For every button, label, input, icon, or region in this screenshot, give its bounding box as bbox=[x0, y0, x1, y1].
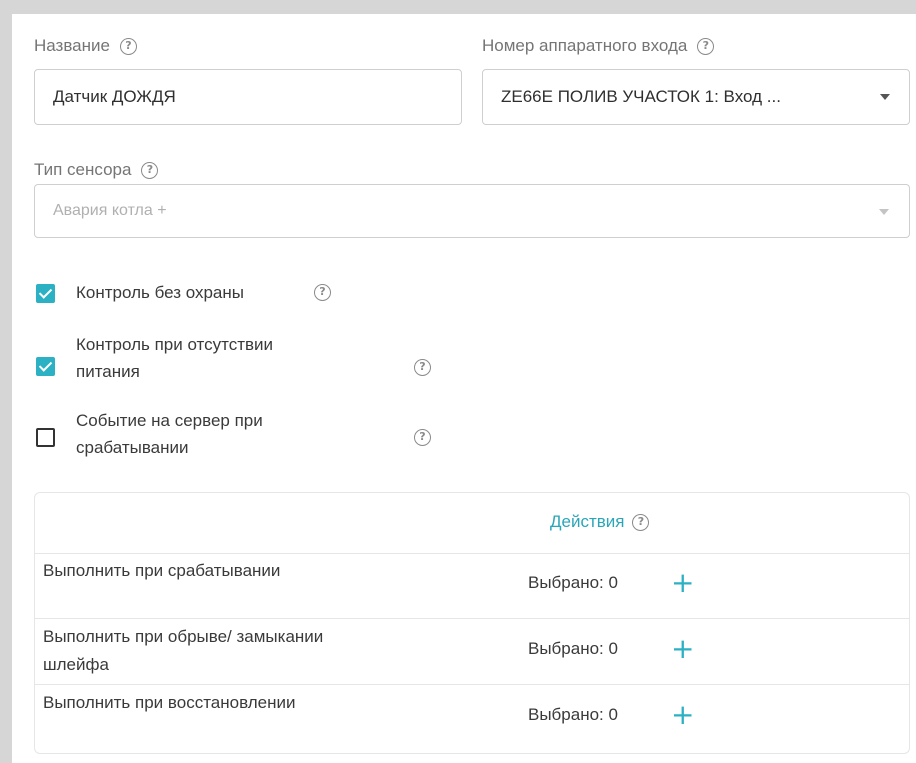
sensor-type-placeholder: Авария котла + bbox=[53, 202, 167, 219]
table-row: Выполнить при срабатывании Выбрано: 0 + bbox=[35, 553, 909, 619]
hardware-input-value: ZE66E ПОЛИВ УЧАСТОК 1: Вход ... bbox=[501, 87, 781, 106]
row-label: Выполнить при восстановлении bbox=[43, 693, 296, 712]
help-icon[interactable]: ? bbox=[141, 161, 159, 179]
checkbox-control-no-power[interactable] bbox=[36, 357, 55, 376]
table-row: Выполнить при восстановлении Выбрано: 0 … bbox=[35, 685, 909, 751]
name-label-text: Название bbox=[34, 36, 110, 55]
help-icon[interactable]: ? bbox=[414, 429, 431, 446]
actions-table-header: Действия ? bbox=[35, 493, 909, 554]
selected-count: Выбрано: 0 bbox=[528, 639, 618, 658]
actions-table: Действия ? Выполнить при срабатывании Вы… bbox=[34, 492, 910, 754]
sensor-settings-panel: Название ? Датчик ДОЖДЯ Номер аппаратног… bbox=[12, 14, 916, 763]
hardware-input-select[interactable]: ZE66E ПОЛИВ УЧАСТОК 1: Вход ... bbox=[482, 69, 910, 125]
sensor-type-label-text: Тип сенсора bbox=[34, 160, 132, 179]
actions-header-text[interactable]: Действия bbox=[550, 512, 624, 532]
checkbox-event-to-server[interactable] bbox=[36, 428, 55, 447]
row-label: Выполнить при обрыве/ замыкании шлейфа bbox=[43, 627, 324, 674]
chevron-down-icon[interactable] bbox=[880, 94, 890, 100]
sensor-type-label: Тип сенсора ? bbox=[34, 160, 159, 180]
hardware-input-label: Номер аппаратного входа ? bbox=[482, 36, 715, 56]
add-icon[interactable]: + bbox=[671, 569, 694, 597]
help-icon[interactable]: ? bbox=[632, 513, 650, 531]
window-frame-top bbox=[0, 0, 916, 14]
checkbox-label: Контроль при отсутствии питания bbox=[76, 335, 274, 381]
help-icon[interactable]: ? bbox=[414, 359, 431, 376]
help-icon[interactable]: ? bbox=[697, 37, 715, 55]
add-icon[interactable]: + bbox=[671, 635, 694, 663]
actions-header: Действия ? bbox=[550, 512, 650, 532]
checkbox-control-without-guard[interactable] bbox=[36, 284, 55, 303]
row-label: Выполнить при срабатывании bbox=[43, 561, 281, 580]
add-icon[interactable]: + bbox=[671, 701, 694, 729]
hardware-input-label-text: Номер аппаратного входа bbox=[482, 36, 688, 55]
help-icon[interactable]: ? bbox=[314, 284, 331, 301]
selected-count: Выбрано: 0 bbox=[528, 573, 618, 592]
name-label: Название ? bbox=[34, 36, 137, 56]
selected-count: Выбрано: 0 bbox=[528, 705, 618, 724]
name-input[interactable]: Датчик ДОЖДЯ bbox=[34, 69, 462, 125]
chevron-down-icon[interactable] bbox=[879, 209, 889, 215]
checkbox-label: Контроль без охраны bbox=[76, 283, 244, 302]
checkbox-label: Событие на сервер при срабатывании bbox=[76, 411, 263, 457]
sensor-type-select[interactable]: Авария котла + bbox=[34, 184, 910, 238]
table-row: Выполнить при обрыве/ замыкании шлейфа В… bbox=[35, 619, 909, 685]
help-icon[interactable]: ? bbox=[119, 37, 137, 55]
window-frame-left bbox=[0, 0, 12, 763]
